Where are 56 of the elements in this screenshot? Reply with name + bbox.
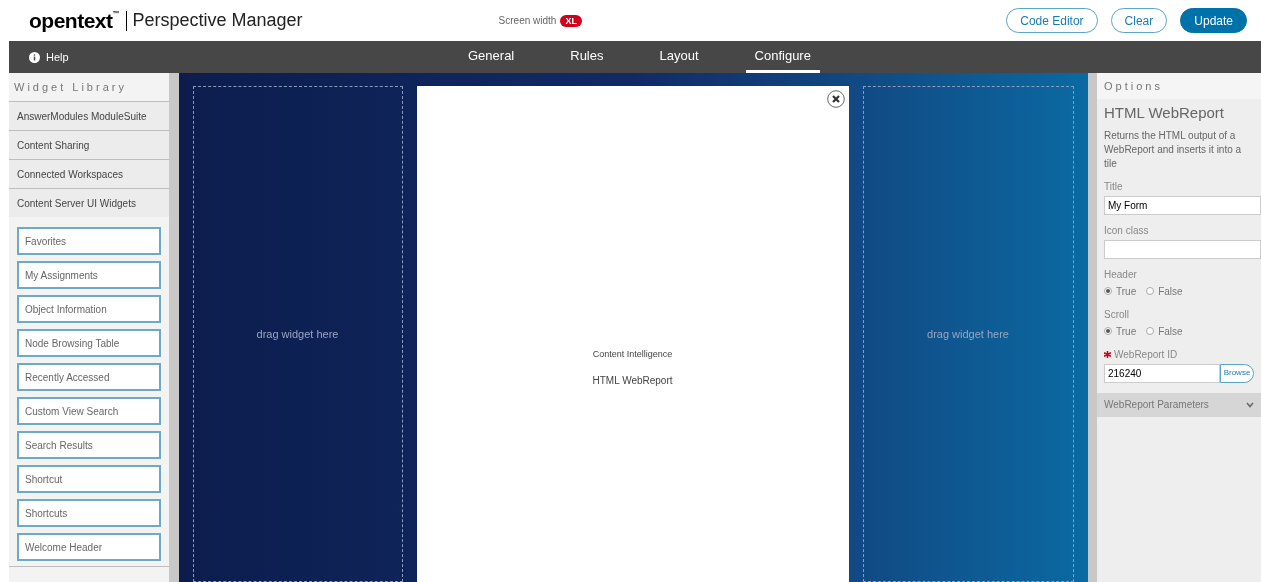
widget-item[interactable]: Favorites (17, 227, 162, 255)
text-field[interactable] (1104, 239, 1261, 259)
panel-title: Options (1097, 73, 1261, 99)
radio-button[interactable] (1104, 287, 1112, 295)
widget-category[interactable]: AnswerModules ModuleSuite (9, 101, 170, 130)
radio-label: False (1158, 284, 1183, 299)
widget-item[interactable]: Shortcuts (17, 499, 162, 527)
field-label: Icon class (1104, 223, 1149, 238)
nav-tab[interactable]: Rules (561, 41, 613, 73)
close-button[interactable] (826, 90, 845, 108)
drop-zone: drag widget here (192, 86, 403, 582)
section-header[interactable]: WebReport Parameters (1097, 392, 1261, 417)
widget-category[interactable]: Connected Workspaces (9, 159, 170, 188)
field-label: Header (1104, 267, 1137, 282)
field-label: WebReport ID (1114, 347, 1178, 362)
radio-button[interactable] (1146, 327, 1155, 335)
widget-item[interactable]: Shortcut (17, 465, 162, 493)
chevron-down-icon (1246, 401, 1254, 408)
logo-wordmark: opentext (29, 10, 113, 31)
screen-width-badge: XL (560, 14, 582, 27)
nav-tab[interactable]: Layout (650, 41, 708, 73)
scrollbar[interactable] (1087, 73, 1097, 582)
id-field[interactable]: 216240 (1104, 363, 1220, 383)
radio-label: True (1116, 284, 1137, 299)
widget-item[interactable]: Object Information (17, 295, 162, 323)
header-button[interactable]: Update (1180, 8, 1247, 33)
scrollbar[interactable] (169, 73, 179, 582)
header-button[interactable]: Code Editor (1006, 8, 1098, 33)
info-icon (29, 51, 40, 63)
radio-button[interactable] (1146, 287, 1155, 295)
widget-description: Returns the HTML output of a WebReport and inserts it into a tile (1104, 128, 1243, 171)
widget-title: HTML WebReport (1104, 103, 1226, 123)
radio-button[interactable] (1104, 327, 1112, 335)
radio-label: True (1116, 324, 1137, 339)
widget-item[interactable]: Search Results (17, 431, 162, 459)
widget-item[interactable]: Welcome Header (17, 533, 162, 561)
screen-width-label: Screen width (498, 14, 557, 28)
tile-title: HTML WebReport (592, 373, 673, 388)
widget-item[interactable]: Node Browsing Table (17, 329, 162, 357)
widget-category[interactable]: Content Server UI Widgets (9, 188, 170, 217)
drop-zone: drag widget here (862, 86, 1074, 582)
widget-category[interactable]: Content Sharing (9, 130, 170, 159)
widget-item[interactable]: My Assignments (17, 261, 162, 289)
nav-tab[interactable]: General (459, 41, 524, 73)
header-button[interactable]: Clear (1110, 8, 1168, 33)
text-field[interactable]: My Form (1104, 195, 1261, 215)
browse-button[interactable]: Browse (1220, 363, 1254, 383)
help-button[interactable]: Help (29, 48, 69, 66)
tile-category: Content Intelligence (592, 348, 673, 361)
widget-item[interactable]: Recently Accessed (17, 363, 162, 391)
widget-item[interactable]: Custom View Search (17, 397, 162, 425)
panel-title: Widget Library (13, 79, 128, 95)
radio-label: False (1158, 324, 1183, 339)
field-label: Scroll (1104, 307, 1129, 322)
field-label: Title (1104, 179, 1123, 194)
app-title: Perspective Manager (132, 9, 303, 32)
